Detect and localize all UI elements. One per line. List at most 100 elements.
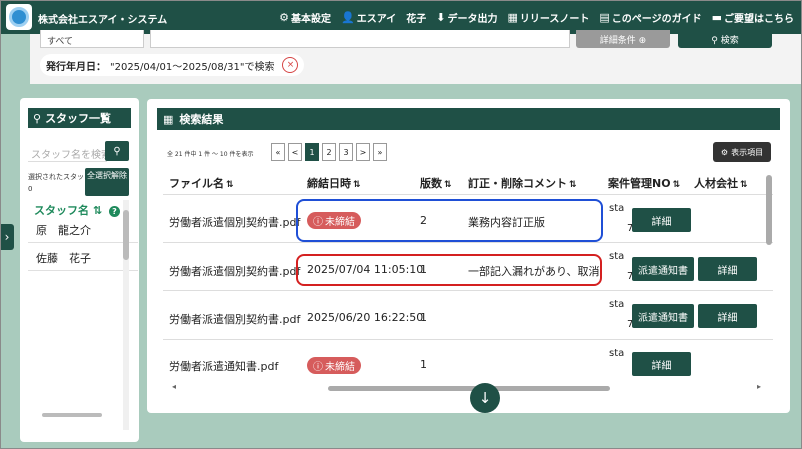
column-header-case-no[interactable]: 案件管理NO ⇅ <box>608 175 680 191</box>
cell-case-no: sta <box>609 299 625 310</box>
staff-list-item[interactable]: 原 龍之介 <box>36 222 136 238</box>
column-label: 人材会社 <box>694 177 738 190</box>
divider <box>28 270 138 271</box>
gear-icon: ⚙ <box>279 11 290 24</box>
search-button[interactable]: ⚲ 検索 <box>678 30 772 48</box>
detail-conditions-button[interactable]: 詳細条件 ⊕ <box>576 30 670 48</box>
page-3-button[interactable]: 3 <box>339 143 353 161</box>
column-header-signed-date[interactable]: 締結日時 ⇅ <box>307 175 361 191</box>
nav-release-notes[interactable]: ▦ リリースノート <box>507 10 589 25</box>
cell-filename[interactable]: 労働者派遣個別契約書.pdf <box>169 214 300 230</box>
pagination: « < 1 2 3 > » <box>271 143 387 161</box>
sidebar-toggle-button[interactable]: › <box>0 224 14 250</box>
page-next-button[interactable]: > <box>356 143 370 161</box>
divider <box>163 339 773 340</box>
staff-search-input[interactable]: スタッフ名を検索 <box>28 142 107 162</box>
divider <box>163 194 773 195</box>
company-name: 株式会社エスアイ・システム <box>38 15 168 26</box>
keyword-input[interactable] <box>150 30 570 48</box>
sort-icon: ⇅ <box>740 180 748 190</box>
page-last-button[interactable]: » <box>373 143 387 161</box>
nav-settings[interactable]: ⚙ 基本設定 <box>279 10 331 25</box>
filter-chip: 発行年月日： "2025/04/01～2025/08/31"で検索 × <box>40 54 305 76</box>
detail-button[interactable]: 詳細 <box>632 208 691 232</box>
cell-filename[interactable]: 労働者派遣個別契約書.pdf <box>169 263 300 279</box>
download-icon: ⬇ <box>436 11 446 24</box>
page-1-button[interactable]: 1 <box>305 143 319 161</box>
column-label: 版数 <box>420 177 442 190</box>
close-icon[interactable]: × <box>282 57 299 73</box>
results-horizontal-scrollbar[interactable] <box>170 385 766 391</box>
cell-version: 1 <box>420 311 427 324</box>
sort-icon[interactable]: ⇅ <box>93 204 102 217</box>
top-bar: 株式会社エスアイ・システム ⚙ 基本設定 👤 エスアイ 花子 ⬇ データ出力 ▦ リリー… <box>0 0 802 34</box>
category-select[interactable]: すべて <box>40 30 144 48</box>
result-count: 全 21 件中 1 件 ～ 10 件を表示 <box>167 151 254 158</box>
sort-icon: ⇅ <box>569 180 577 190</box>
scroll-down-button[interactable]: ↓ <box>470 383 500 413</box>
search-icon: ⚲ <box>113 145 121 157</box>
cell-case-no: sta <box>609 251 625 262</box>
company-logo[interactable] <box>6 4 32 30</box>
staff-panel-header: ⚲ スタッフ一覧 <box>28 108 131 128</box>
results-header: ▦ 検索結果 <box>157 108 780 130</box>
nav-label: このページのガイド <box>611 14 702 25</box>
cell-filename[interactable]: 労働者派遣個別契約書.pdf <box>169 311 300 327</box>
nav-label: ご要望はこちら <box>724 14 794 25</box>
cell-case-no: sta <box>609 348 625 359</box>
staff-horizontal-scrollbar[interactable] <box>34 412 128 418</box>
column-label: ファイル名 <box>169 177 224 190</box>
column-header-agency[interactable]: 人材会社 ⇅ <box>694 175 748 191</box>
divider <box>28 242 138 243</box>
page-first-button[interactable]: « <box>271 143 285 161</box>
detail-button[interactable]: 詳細 <box>698 304 757 328</box>
results-vertical-scrollbar[interactable] <box>766 130 772 390</box>
divider <box>163 242 773 243</box>
cell-version: 1 <box>420 358 427 371</box>
nav-user[interactable]: 👤 エスアイ 花子 <box>341 10 426 25</box>
status-badge-label: 未締結 <box>325 362 355 373</box>
sort-icon: ⇅ <box>672 180 681 190</box>
dispatch-notice-button[interactable]: 派遣通知書 <box>632 304 694 328</box>
search-button-label: 検索 <box>720 36 739 46</box>
cell-case-no: sta <box>609 203 625 214</box>
highlight-box <box>296 199 603 242</box>
staff-search-button[interactable]: ⚲ <box>105 141 129 161</box>
detail-button[interactable]: 詳細 <box>698 257 757 281</box>
cell-signed-date: 2025/06/20 16:22:50 <box>307 311 424 324</box>
display-columns-button[interactable]: ⚙ 表示項目 <box>713 142 771 162</box>
calendar-icon: ▦ <box>507 11 518 24</box>
staff-vertical-scrollbar[interactable] <box>123 200 129 430</box>
staff-panel: ⚲ スタッフ一覧 スタッフ名を検索 ⚲ 選択されたスタッフ: 0 全選択解除 ス… <box>20 98 139 442</box>
staff-name-column-header[interactable]: スタッフ名 ⇅ ? <box>34 202 120 218</box>
column-label: 締結日時 <box>307 177 351 190</box>
column-label: 案件管理NO <box>608 177 671 190</box>
help-icon[interactable]: ? <box>108 206 120 217</box>
scroll-right-icon[interactable]: ▸ <box>757 382 761 391</box>
arrow-down-icon: ↓ <box>478 389 492 407</box>
nav-label: データ出力 <box>447 14 498 25</box>
column-header-filename[interactable]: ファイル名 ⇅ <box>169 175 234 191</box>
page-prev-button[interactable]: < <box>288 143 302 161</box>
results-title: 検索結果 <box>179 113 224 126</box>
cell-filename[interactable]: 労働者派遣通知書.pdf <box>169 358 278 374</box>
nav-feedback[interactable]: ▬ ご要望はこちら <box>712 10 794 25</box>
display-columns-label: 表示項目 <box>731 147 764 157</box>
status-badge: ⓘ 未締結 <box>307 357 361 374</box>
filter-chip-value: "2025/04/01～2025/08/31"で検索 <box>110 61 275 73</box>
divider <box>163 290 773 291</box>
detail-button[interactable]: 詳細 <box>632 352 691 376</box>
search-icon: ⚲ <box>711 36 721 46</box>
staff-list-item[interactable]: 佐藤 花子 <box>36 250 136 266</box>
dispatch-notice-button[interactable]: 派遣通知書 <box>632 257 694 281</box>
settings-icon: ⚙ <box>720 147 729 157</box>
nav-page-guide[interactable]: ▤ このページのガイド <box>599 10 701 25</box>
nav-label: 基本設定 <box>291 14 332 25</box>
sort-icon: ⇅ <box>444 180 452 190</box>
column-header-version[interactable]: 版数 ⇅ <box>420 175 452 191</box>
column-header-comment[interactable]: 訂正・削除コメント ⇅ <box>468 175 577 191</box>
nav-data-export[interactable]: ⬇ データ出力 <box>436 10 497 25</box>
page-2-button[interactable]: 2 <box>322 143 336 161</box>
table-icon: ▦ <box>163 112 174 126</box>
clear-selection-button[interactable]: 全選択解除 <box>85 168 129 196</box>
